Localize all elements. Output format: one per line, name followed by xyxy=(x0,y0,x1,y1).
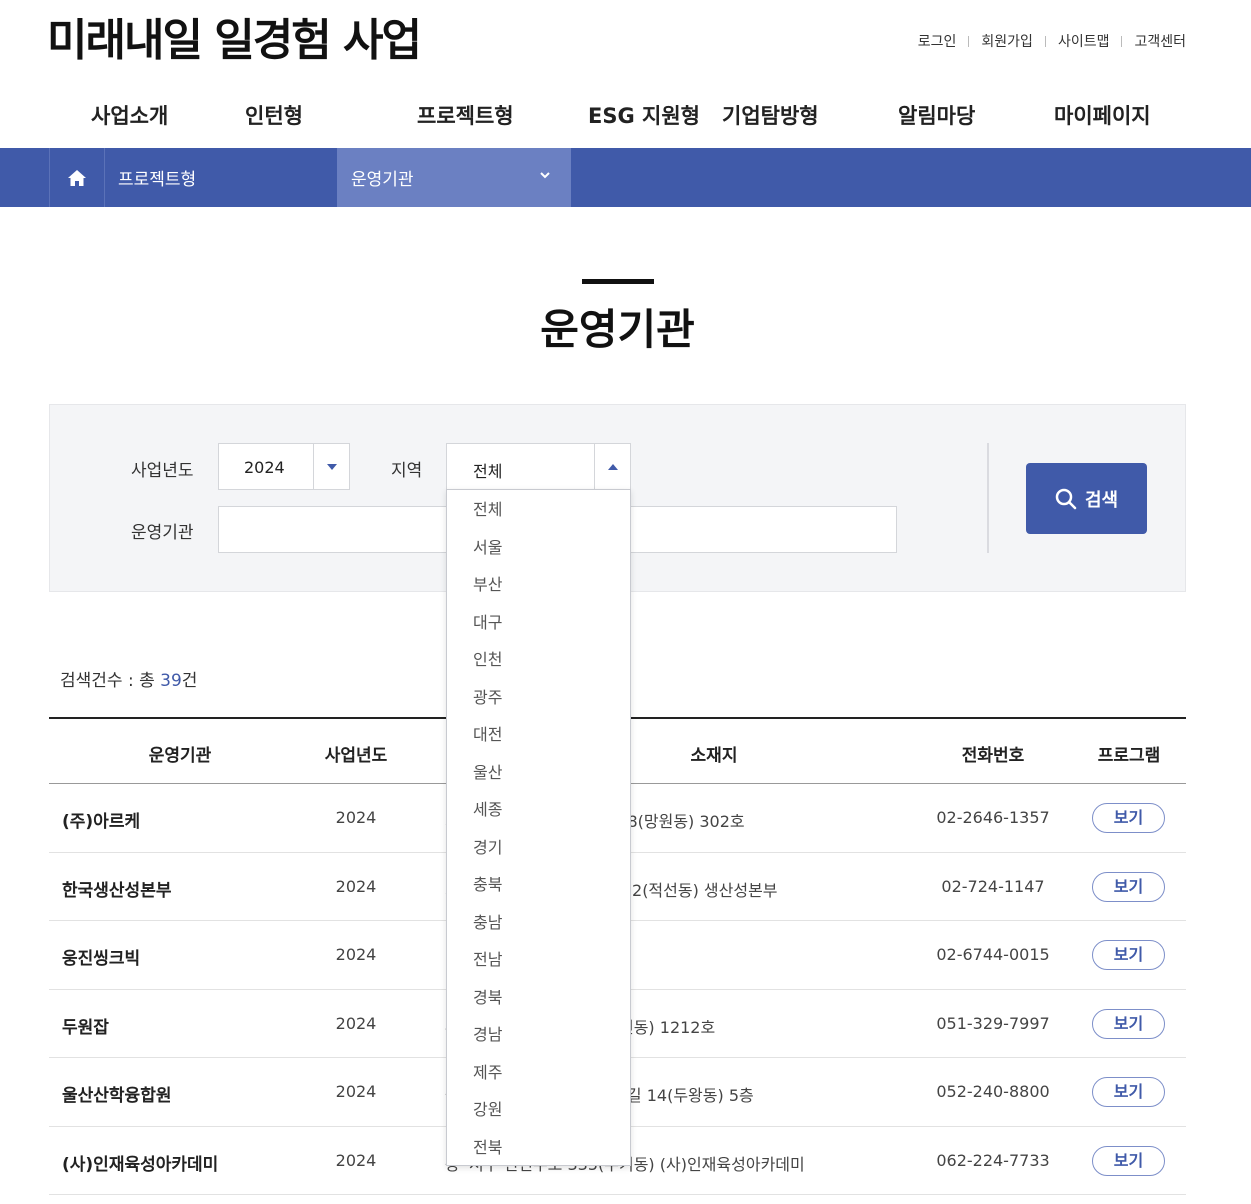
cell-org: 두원잡 xyxy=(62,1017,109,1038)
breadcrumb-level2-label: 운영기관 xyxy=(351,170,414,190)
region-option[interactable]: 인천 xyxy=(447,640,630,678)
region-option[interactable]: 경기 xyxy=(447,828,630,866)
result-count-number: 39 xyxy=(160,671,182,691)
col-header-program: 프로그램 xyxy=(1097,746,1161,766)
breadcrumb: 프로젝트형 운영기관 xyxy=(0,148,1251,207)
year-select[interactable]: 2024 xyxy=(218,443,350,490)
title-accent-bar xyxy=(582,279,654,284)
region-option[interactable]: 전체 xyxy=(447,490,630,528)
result-count-suffix: 건 xyxy=(181,671,198,691)
nav-item-company-visit[interactable]: 기업탐방형 xyxy=(722,100,819,130)
col-header-tel: 전화번호 xyxy=(961,746,1025,766)
view-program-button[interactable]: 보기 xyxy=(1092,940,1165,970)
cell-org: (주)아르케 xyxy=(62,812,141,832)
page-title: 운영기관 xyxy=(540,305,695,354)
divider xyxy=(1044,35,1046,47)
view-program-button[interactable]: 보기 xyxy=(1092,1008,1165,1039)
caret-down-icon xyxy=(326,463,337,470)
customer-center-link[interactable]: 고객센터 xyxy=(1134,31,1186,51)
cell-year: 2024 xyxy=(335,1013,377,1033)
breadcrumb-level2-dropdown[interactable]: 운영기관 xyxy=(337,148,571,207)
region-option[interactable]: 경남 xyxy=(447,1015,630,1053)
result-count-prefix: 검색건수 : 총 xyxy=(60,671,161,691)
nav-item-mypage[interactable]: 마이페이지 xyxy=(1054,100,1151,130)
utility-nav: 로그인 회원가입 사이트맵 고객센터 xyxy=(918,31,1186,51)
cell-org: 웅진씽크빅 xyxy=(62,949,141,969)
cell-tel: 02-6744-0015 xyxy=(936,945,1050,964)
caret-up-icon xyxy=(607,463,618,470)
nav-item-esg[interactable]: ESG 지원형 xyxy=(588,100,700,130)
breadcrumb-level1[interactable]: 프로젝트형 xyxy=(118,165,196,190)
region-option[interactable]: 충북 xyxy=(447,865,630,903)
login-link[interactable]: 로그인 xyxy=(918,31,957,51)
nav-item-business-intro[interactable]: 사업소개 xyxy=(91,100,168,130)
cell-tel: 051-329-7997 xyxy=(936,1013,1050,1033)
region-option[interactable]: 울산 xyxy=(447,753,630,791)
region-option[interactable]: 전남 xyxy=(447,940,630,978)
region-select[interactable]: 전체 xyxy=(446,443,631,490)
result-count: 검색건수 : 총 39건 xyxy=(60,666,197,691)
region-option[interactable]: 서울 xyxy=(447,528,630,566)
cell-tel: 062-224-7733 xyxy=(936,1150,1050,1170)
cell-year: 2024 xyxy=(335,1082,377,1101)
region-option[interactable]: 세종 xyxy=(447,790,630,828)
col-header-address: 소재지 xyxy=(690,746,738,766)
region-dropdown-list: 전체 서울 부산 대구 인천 광주 대전 울산 세종 경기 충북 충남 전남 경… xyxy=(446,489,631,1166)
view-program-button[interactable]: 보기 xyxy=(1092,871,1165,902)
region-option[interactable]: 대전 xyxy=(447,715,630,753)
view-program-button[interactable]: 보기 xyxy=(1092,803,1165,833)
region-option[interactable]: 강원 xyxy=(447,1090,630,1128)
col-header-year: 사업년도 xyxy=(324,746,388,766)
col-header-org: 운영기관 xyxy=(148,746,212,766)
view-program-button[interactable]: 보기 xyxy=(1092,1077,1165,1107)
region-option[interactable]: 제주 xyxy=(447,1053,630,1091)
region-option[interactable]: 부산 xyxy=(447,565,630,603)
divider xyxy=(968,35,970,47)
region-option[interactable]: 경북 xyxy=(447,978,630,1016)
region-option[interactable]: 광주 xyxy=(447,678,630,716)
cell-org: (사)인재육성아카데미 xyxy=(62,1154,219,1175)
nav-item-project[interactable]: 프로젝트형 xyxy=(417,100,514,130)
cell-org: 울산산학융합원 xyxy=(62,1086,172,1106)
cell-year: 2024 xyxy=(335,808,377,827)
year-select-toggle[interactable] xyxy=(313,444,349,489)
cell-year: 2024 xyxy=(335,876,377,896)
main-nav: 사업소개 인턴형 프로젝트형 ESG 지원형 기업탐방형 알림마당 마이페이지 xyxy=(0,100,1251,132)
nav-item-notice[interactable]: 알림마당 xyxy=(898,100,975,130)
divider xyxy=(987,443,989,553)
view-program-button[interactable]: 보기 xyxy=(1092,1145,1165,1176)
chevron-down-icon xyxy=(540,172,550,179)
cell-tel: 02-2646-1357 xyxy=(936,808,1050,827)
cell-org: 한국생산성본부 xyxy=(62,880,172,901)
region-select-toggle[interactable] xyxy=(594,444,630,489)
cell-year: 2024 xyxy=(335,945,377,964)
year-label: 사업년도 xyxy=(131,461,194,481)
sitemap-link[interactable]: 사이트맵 xyxy=(1058,31,1110,51)
region-option[interactable]: 대구 xyxy=(447,603,630,641)
region-select-value: 전체 xyxy=(473,462,503,481)
signup-link[interactable]: 회원가입 xyxy=(981,31,1033,51)
org-label: 운영기관 xyxy=(131,523,194,543)
search-button-label: 검색 xyxy=(1084,489,1119,511)
search-icon xyxy=(1055,488,1077,509)
year-select-value: 2024 xyxy=(244,458,285,477)
site-logo[interactable]: 미래내일 일경험 사업 xyxy=(47,4,422,68)
nav-item-intern[interactable]: 인턴형 xyxy=(245,100,303,130)
home-icon xyxy=(68,169,86,186)
cell-tel: 052-240-8800 xyxy=(936,1082,1050,1101)
cell-year: 2024 xyxy=(335,1150,377,1170)
home-button[interactable] xyxy=(49,148,105,207)
region-option[interactable]: 충남 xyxy=(447,903,630,941)
region-label: 지역 xyxy=(391,461,423,481)
cell-tel: 02-724-1147 xyxy=(941,876,1045,896)
search-button[interactable]: 검색 xyxy=(1026,463,1147,534)
region-option[interactable]: 전북 xyxy=(447,1128,630,1166)
divider xyxy=(1121,35,1123,47)
